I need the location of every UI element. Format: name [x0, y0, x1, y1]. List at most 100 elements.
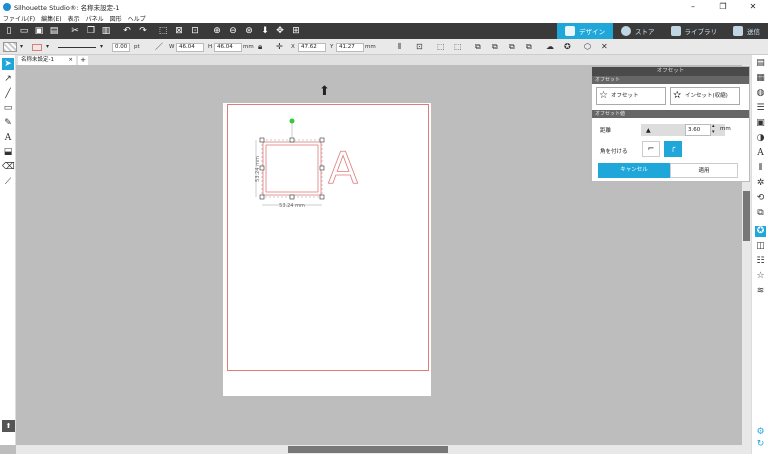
- shapes-icon[interactable]: ☆: [755, 271, 766, 282]
- eraser-tool-icon[interactable]: ⌫: [2, 161, 15, 173]
- dropdown-icon[interactable]: ▾: [20, 42, 23, 52]
- fit-page-icon[interactable]: ⊞: [291, 26, 301, 36]
- tab-send[interactable]: 送信: [725, 23, 768, 39]
- tab-design[interactable]: デザイン: [557, 23, 613, 39]
- menu-file[interactable]: ファイル(F): [3, 14, 35, 23]
- rotate-handle[interactable]: [289, 118, 295, 124]
- refresh-icon[interactable]: ↻: [755, 439, 766, 450]
- weld-icon[interactable]: ☁: [546, 42, 554, 52]
- menu-shape[interactable]: 図形: [110, 14, 122, 23]
- zoom-in-icon[interactable]: ⊕: [212, 26, 222, 36]
- modify-icon[interactable]: ⧉: [755, 208, 766, 219]
- line-style-preview[interactable]: [58, 47, 96, 48]
- transform-icon[interactable]: ⟲: [755, 193, 766, 204]
- dropdown-icon[interactable]: ▾: [100, 42, 103, 52]
- pen-tool-icon[interactable]: ✎: [2, 117, 14, 129]
- group-icon[interactable]: ⬚: [437, 42, 445, 52]
- copy-icon[interactable]: ❐: [86, 26, 96, 36]
- move-icon[interactable]: ✥: [275, 26, 285, 36]
- line-color-swatch-icon[interactable]: [32, 44, 42, 51]
- bring-forward-icon[interactable]: ⧉: [509, 42, 515, 52]
- offset-star-icon[interactable]: ✪: [564, 42, 571, 52]
- line-color-icon[interactable]: ◍: [755, 88, 766, 99]
- knife-tool-icon[interactable]: ⟋: [2, 176, 14, 188]
- send-backward-icon[interactable]: ⧉: [526, 42, 532, 52]
- close-window-button[interactable]: ✕: [738, 0, 768, 13]
- letter-outline[interactable]: A: [328, 143, 359, 195]
- replicate-icon[interactable]: ✲: [755, 178, 766, 189]
- document-tab[interactable]: 名称未設定-1 ×: [18, 56, 76, 65]
- line-tool-icon[interactable]: ／: [155, 42, 163, 52]
- sketch-icon[interactable]: ≋: [755, 286, 766, 297]
- page-setup-icon[interactable]: ▤: [755, 58, 766, 69]
- bring-front-icon[interactable]: ⧉: [475, 42, 481, 52]
- align-center-icon[interactable]: ⫴: [398, 42, 401, 52]
- new-file-icon[interactable]: ▯: [4, 26, 14, 36]
- select-by-color-icon[interactable]: ⊡: [190, 26, 200, 36]
- delete-icon[interactable]: ✕: [601, 42, 608, 52]
- add-layer-icon[interactable]: ⬆: [2, 420, 15, 432]
- menu-view[interactable]: 表示: [68, 14, 80, 23]
- send-back-icon[interactable]: ⧉: [492, 42, 498, 52]
- horizontal-scroll-thumb[interactable]: [288, 446, 448, 453]
- minimize-button[interactable]: –: [678, 0, 708, 13]
- ungroup-icon[interactable]: ⬚: [454, 42, 462, 52]
- menu-edit[interactable]: 編集(E): [41, 14, 61, 23]
- horizontal-scrollbar[interactable]: [16, 445, 751, 454]
- width-input[interactable]: 46.04: [176, 43, 204, 52]
- menu-help[interactable]: ヘルプ: [128, 14, 146, 23]
- save-icon[interactable]: ▣: [34, 26, 44, 36]
- layers-icon[interactable]: ☷: [755, 256, 766, 267]
- distance-input[interactable]: 3.60: [685, 124, 711, 136]
- rectangle-tool-icon[interactable]: ▭: [2, 102, 14, 114]
- undo-icon[interactable]: ↶: [122, 26, 132, 36]
- deselect-icon[interactable]: ⊠: [174, 26, 184, 36]
- restore-button[interactable]: ❐: [708, 0, 738, 13]
- y-input[interactable]: 41.27: [336, 43, 364, 52]
- fill-pattern-icon[interactable]: ▣: [755, 118, 766, 129]
- zoom-out-icon[interactable]: ⊖: [228, 26, 238, 36]
- text-style-icon[interactable]: A: [755, 148, 766, 159]
- cut-icon[interactable]: ✂: [70, 26, 80, 36]
- offset-icon[interactable]: ✪: [755, 226, 766, 237]
- cancel-button[interactable]: キャンセル: [598, 163, 670, 178]
- height-input[interactable]: 46.04: [214, 43, 242, 52]
- close-tab-icon[interactable]: ×: [68, 56, 73, 65]
- center-page-icon[interactable]: ⊡: [416, 42, 423, 52]
- open-folder-icon[interactable]: ▭: [19, 26, 29, 36]
- select-tool-icon[interactable]: ➤: [2, 58, 14, 70]
- select-all-icon[interactable]: ⬚: [158, 26, 168, 36]
- stepper-icon[interactable]: ▴ ▾: [712, 123, 715, 135]
- dropdown-icon[interactable]: ▾: [46, 42, 49, 52]
- menu-panel[interactable]: パネル: [86, 14, 104, 23]
- inset-option-button[interactable]: ✫ インセット(収縮): [670, 87, 740, 105]
- align-icon[interactable]: ⫴: [755, 163, 766, 174]
- text-tool-icon[interactable]: A: [2, 132, 14, 144]
- line-style-icon[interactable]: ☰: [755, 103, 766, 114]
- pan-down-icon[interactable]: ⬇: [260, 26, 270, 36]
- lock-icon[interactable]: 🔒︎: [258, 42, 262, 52]
- slider-thumb-icon[interactable]: ▲: [646, 127, 651, 134]
- vertical-scroll-thumb[interactable]: [743, 191, 750, 241]
- offset-option-button[interactable]: ☆ オフセット: [596, 87, 666, 105]
- redo-icon[interactable]: ↷: [138, 26, 148, 36]
- x-input[interactable]: 47.62: [298, 43, 326, 52]
- apply-button[interactable]: 適用: [670, 163, 738, 178]
- selection-handles[interactable]: [259, 137, 325, 200]
- line-tool-icon[interactable]: ╱: [2, 88, 14, 100]
- node-edit-icon[interactable]: ↗: [2, 73, 14, 85]
- tab-store[interactable]: ストア: [613, 23, 663, 39]
- line-width-input[interactable]: 0.00: [112, 43, 130, 52]
- corner-round-button[interactable]: ╭: [664, 141, 682, 157]
- fill-tool-icon[interactable]: ⬓: [2, 146, 14, 158]
- print-icon[interactable]: ▤: [49, 26, 59, 36]
- corner-sharp-button[interactable]: ⌐: [642, 141, 660, 157]
- fill-color-icon[interactable]: ▦: [755, 73, 766, 84]
- zoom-select-icon[interactable]: ⊛: [244, 26, 254, 36]
- tab-library[interactable]: ライブラリ: [663, 23, 726, 39]
- settings-gear-icon[interactable]: ⚙: [755, 427, 766, 438]
- trace-icon[interactable]: ◫: [755, 241, 766, 252]
- gradient-icon[interactable]: ◑: [755, 133, 766, 144]
- paste-icon[interactable]: ▥: [101, 26, 111, 36]
- 3d-box-icon[interactable]: ⬡: [584, 42, 591, 52]
